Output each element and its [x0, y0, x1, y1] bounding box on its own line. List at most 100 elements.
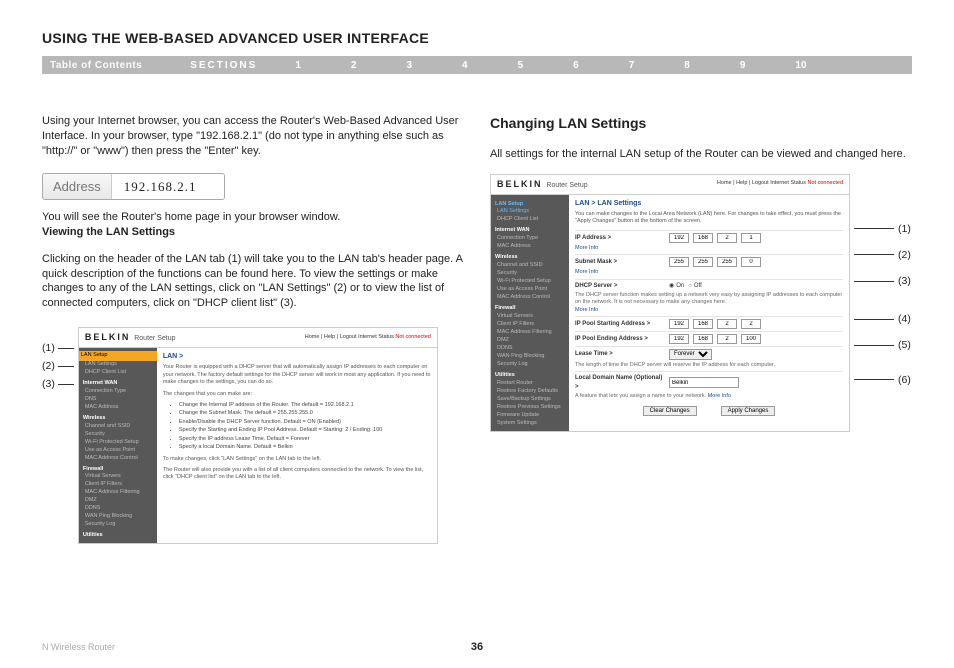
sidebar-dns[interactable]: DNS [83, 396, 153, 404]
sidebar-cat-firewall[interactable]: Firewall [83, 466, 153, 474]
ip-oct-4[interactable] [741, 233, 761, 243]
subnet-oct-4[interactable] [741, 257, 761, 267]
nav-num-5[interactable]: 5 [518, 60, 524, 71]
nav-num-9[interactable]: 9 [740, 60, 746, 71]
more-info-link[interactable]: More Info [575, 269, 843, 276]
sidebar-restart-router[interactable]: Restart Router [495, 380, 565, 388]
sidebar-security[interactable]: Security [495, 270, 565, 278]
nav-num-3[interactable]: 3 [406, 60, 412, 71]
dhcp-on-radio[interactable]: ◉ On [669, 282, 684, 290]
more-info-link[interactable]: More Info [575, 245, 843, 252]
subnet-oct-2[interactable] [693, 257, 713, 267]
nav-num-2[interactable]: 2 [351, 60, 357, 71]
sidebar-cat-lan[interactable]: LAN Setup [79, 351, 157, 361]
sidebar-dhcp-client-list[interactable]: DHCP Client List [495, 216, 565, 224]
subnet-oct-1[interactable] [669, 257, 689, 267]
pool-start-3[interactable] [717, 319, 737, 329]
sidebar-lan-settings[interactable]: LAN Settings [495, 208, 565, 216]
sidebar-cat-lan[interactable]: LAN Setup [495, 201, 565, 209]
sidebar-mac-address[interactable]: MAC Address [83, 404, 153, 412]
lease-select[interactable]: Forever [669, 349, 712, 360]
pool-end-4[interactable] [741, 334, 761, 344]
sidebar-wps[interactable]: Wi-Fi Protected Setup [83, 439, 153, 447]
sidebar-virtual-servers[interactable]: Virtual Servers [83, 473, 153, 481]
sidebar-mac-filtering[interactable]: MAC Address Filtering [83, 489, 153, 497]
sidebar-firmware-update[interactable]: Firmware Update [495, 412, 565, 420]
sidebar-system-settings[interactable]: System Settings [495, 420, 565, 428]
sidebar-mac-address[interactable]: MAC Address [495, 243, 565, 251]
sidebar-restore-previous[interactable]: Restore Previous Settings [495, 404, 565, 412]
nav-num-1[interactable]: 1 [295, 60, 301, 71]
bullet: Change the Internal IP address of the Ro… [179, 402, 431, 409]
pool-end-2[interactable] [693, 334, 713, 344]
sidebar-channel-ssid[interactable]: Channel and SSID [83, 423, 153, 431]
nav-num-8[interactable]: 8 [684, 60, 690, 71]
sidebar-virtual-servers[interactable]: Virtual Servers [495, 313, 565, 321]
sidebar-cat-utilities[interactable]: Utilities [495, 372, 565, 380]
sidebar-connection-type[interactable]: Connection Type [495, 235, 565, 243]
pool-end-3[interactable] [717, 334, 737, 344]
sidebar-cat-wan[interactable]: Internet WAN [495, 227, 565, 235]
pool-start-4[interactable] [741, 319, 761, 329]
changing-lan-heading: Changing LAN Settings [490, 114, 912, 133]
ip-oct-3[interactable] [717, 233, 737, 243]
sidebar-mac-control[interactable]: MAC Address Control [83, 455, 153, 463]
sidebar-wan-ping[interactable]: WAN Ping Blocking [495, 353, 565, 361]
sidebar-ddns[interactable]: DDNS [83, 505, 153, 513]
sidebar-client-ip-filters[interactable]: Client IP Filters [83, 481, 153, 489]
sidebar-security[interactable]: Security [83, 431, 153, 439]
sidebar-cat-wan[interactable]: Internet WAN [83, 380, 153, 388]
sidebar-cat-firewall[interactable]: Firewall [495, 305, 565, 313]
sidebar-cat-wireless[interactable]: Wireless [495, 254, 565, 262]
callout-1: (1) [42, 341, 55, 355]
subnet-oct-3[interactable] [717, 257, 737, 267]
ip-oct-1[interactable] [669, 233, 689, 243]
apply-changes-button[interactable]: Apply Changes [721, 406, 776, 416]
nav-num-4[interactable]: 4 [462, 60, 468, 71]
clear-changes-button[interactable]: Clear Changes [643, 406, 697, 416]
sidebar-security-log[interactable]: Security Log [495, 361, 565, 369]
nav-toc[interactable]: Table of Contents [50, 60, 142, 71]
router-sidebar: LAN Setup LAN Settings DHCP Client List … [491, 195, 569, 431]
pool-start-2[interactable] [693, 319, 713, 329]
sidebar-access-point[interactable]: Use as Access Point [495, 286, 565, 294]
sidebar-mac-filtering[interactable]: MAC Address Filtering [495, 329, 565, 337]
sidebar-mac-control[interactable]: MAC Address Control [495, 294, 565, 302]
sidebar-lan-settings[interactable]: LAN Settings [83, 361, 153, 369]
bullet: Specify the IP address Lease Time. Defau… [179, 436, 431, 443]
panel-title-lan: LAN > [163, 352, 431, 361]
dhcp-off-radio[interactable]: ○ Off [688, 282, 702, 290]
callout-r2: (2) [898, 248, 911, 262]
field-pool-start: IP Pool Starting Address > [575, 316, 843, 329]
lan-description: Your Router is equipped with a DHCP serv… [163, 364, 431, 386]
sidebar-dmz[interactable]: DMZ [495, 337, 565, 345]
sidebar-connection-type[interactable]: Connection Type [83, 388, 153, 396]
sidebar-dmz[interactable]: DMZ [83, 497, 153, 505]
lan-settings-desc: You can make changes to the Local Area N… [575, 211, 843, 226]
sidebar-restore-defaults[interactable]: Restore Factory Defaults [495, 388, 565, 396]
sidebar-wan-ping[interactable]: WAN Ping Blocking [83, 513, 153, 521]
sidebar-wps[interactable]: Wi-Fi Protected Setup [495, 278, 565, 286]
sidebar-channel-ssid[interactable]: Channel and SSID [495, 262, 565, 270]
sidebar-access-point[interactable]: Use as Access Point [83, 447, 153, 455]
sidebar-save-backup[interactable]: Save/Backup Settings [495, 396, 565, 404]
sidebar-ddns[interactable]: DDNS [495, 345, 565, 353]
right-column: Changing LAN Settings All settings for t… [490, 114, 912, 544]
left-callouts: (1) (2) (3) [42, 341, 74, 392]
sidebar-cat-wireless[interactable]: Wireless [83, 415, 153, 423]
nav-num-6[interactable]: 6 [573, 60, 579, 71]
lease-desc: The length of time the DHCP server will … [575, 362, 843, 369]
more-info-link[interactable]: More Info [575, 307, 843, 314]
nav-num-7[interactable]: 7 [629, 60, 635, 71]
sidebar-security-log[interactable]: Security Log [83, 521, 153, 529]
sidebar-dhcp-client-list[interactable]: DHCP Client List [83, 369, 153, 377]
nav-num-10[interactable]: 10 [795, 60, 806, 71]
pool-start-1[interactable] [669, 319, 689, 329]
sidebar-cat-utilities[interactable]: Utilities [83, 532, 153, 540]
sidebar-client-ip-filters[interactable]: Client IP Filters [495, 321, 565, 329]
ip-oct-2[interactable] [693, 233, 713, 243]
domain-label: Local Domain Name (Optional) > [575, 374, 665, 390]
pool-end-1[interactable] [669, 334, 689, 344]
router-main-panel: LAN > LAN Settings You can make changes … [569, 195, 849, 431]
domain-input[interactable] [669, 377, 739, 388]
